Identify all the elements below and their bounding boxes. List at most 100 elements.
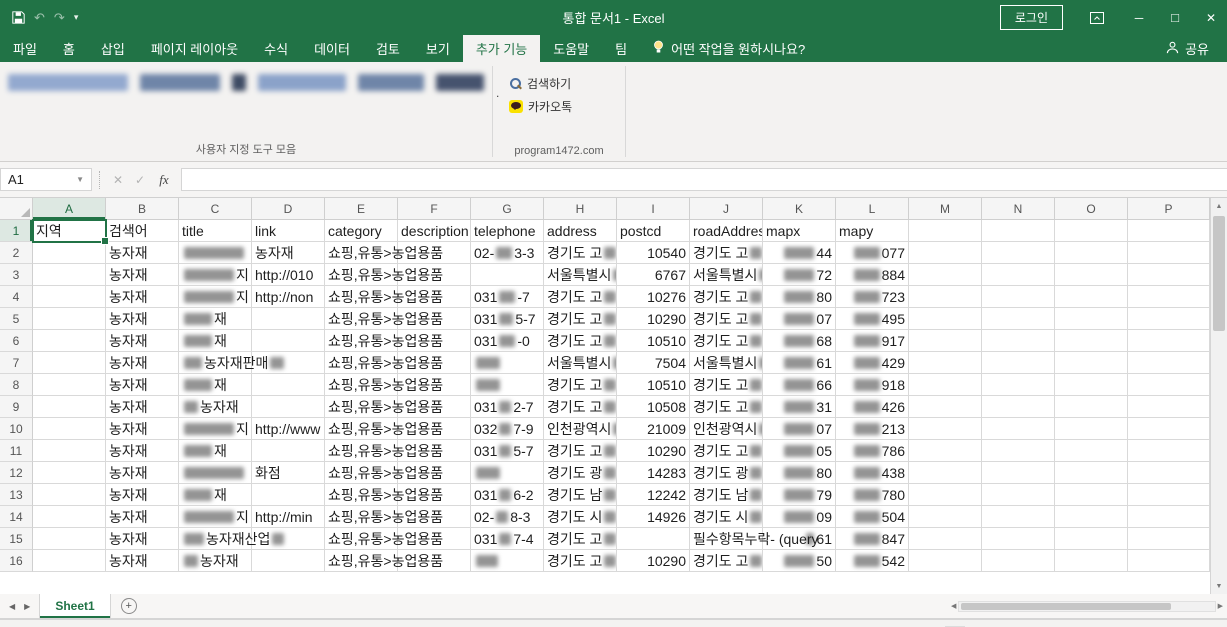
- ribbon-display-options-icon[interactable]: [1081, 12, 1113, 24]
- cell-J5[interactable]: 경기도 고: [690, 308, 763, 330]
- column-header-B[interactable]: B: [106, 198, 179, 220]
- cell-A12[interactable]: [33, 462, 106, 484]
- cell-C11[interactable]: 재: [179, 440, 252, 462]
- cell-C9[interactable]: 농자재: [179, 396, 252, 418]
- customize-quick-access-icon[interactable]: ▾: [74, 12, 79, 23]
- cell-A10[interactable]: [33, 418, 106, 440]
- scroll-left-icon[interactable]: ◀: [951, 602, 956, 610]
- cell-I15[interactable]: [617, 528, 690, 550]
- cell-A4[interactable]: [33, 286, 106, 308]
- cell-N5[interactable]: [982, 308, 1055, 330]
- row-header-14[interactable]: 14: [0, 506, 33, 528]
- cell-N1[interactable]: [982, 220, 1055, 242]
- cell-H16[interactable]: 경기도 고: [544, 550, 617, 572]
- horizontal-scroll-thumb[interactable]: [961, 603, 1170, 610]
- row-header-11[interactable]: 11: [0, 440, 33, 462]
- cell-A13[interactable]: [33, 484, 106, 506]
- cell-D11[interactable]: [252, 440, 325, 462]
- save-icon[interactable]: [12, 11, 25, 24]
- cell-G2[interactable]: 02-3-3: [471, 242, 544, 264]
- cell-M12[interactable]: [909, 462, 982, 484]
- cell-E12[interactable]: 쇼핑,유통>농업용품: [325, 462, 398, 484]
- column-header-J[interactable]: J: [690, 198, 763, 220]
- cell-I12[interactable]: 14283: [617, 462, 690, 484]
- cell-B16[interactable]: 농자재: [106, 550, 179, 572]
- horizontal-scrollbar[interactable]: ◀ ▶: [947, 594, 1227, 618]
- cell-K7[interactable]: 61: [763, 352, 836, 374]
- cell-B6[interactable]: 농자재: [106, 330, 179, 352]
- cell-H9[interactable]: 경기도 고: [544, 396, 617, 418]
- cell-A16[interactable]: [33, 550, 106, 572]
- cell-K6[interactable]: 68: [763, 330, 836, 352]
- cell-H6[interactable]: 경기도 고: [544, 330, 617, 352]
- cell-J6[interactable]: 경기도 고: [690, 330, 763, 352]
- cell-O12[interactable]: [1055, 462, 1128, 484]
- cell-A11[interactable]: [33, 440, 106, 462]
- cell-P8[interactable]: [1128, 374, 1210, 396]
- cell-P13[interactable]: [1128, 484, 1210, 506]
- cell-H14[interactable]: 경기도 시: [544, 506, 617, 528]
- cell-P7[interactable]: [1128, 352, 1210, 374]
- cell-G6[interactable]: 031-0: [471, 330, 544, 352]
- column-header-F[interactable]: F: [398, 198, 471, 220]
- cell-B7[interactable]: 농자재: [106, 352, 179, 374]
- ribbon-tab-team[interactable]: 팀: [602, 35, 640, 62]
- ribbon-tab-home[interactable]: 홈: [50, 35, 88, 62]
- cell-D13[interactable]: [252, 484, 325, 506]
- cell-N7[interactable]: [982, 352, 1055, 374]
- cell-E14[interactable]: 쇼핑,유통>농업용품: [325, 506, 398, 528]
- cell-M1[interactable]: [909, 220, 982, 242]
- cell-K10[interactable]: 07: [763, 418, 836, 440]
- column-header-D[interactable]: D: [252, 198, 325, 220]
- cell-M3[interactable]: [909, 264, 982, 286]
- cell-D16[interactable]: [252, 550, 325, 572]
- cell-J14[interactable]: 경기도 시: [690, 506, 763, 528]
- cell-D5[interactable]: [252, 308, 325, 330]
- cell-E10[interactable]: 쇼핑,유통>농업용품: [325, 418, 398, 440]
- cell-L15[interactable]: 847: [836, 528, 909, 550]
- cell-P14[interactable]: [1128, 506, 1210, 528]
- cell-P1[interactable]: [1128, 220, 1210, 242]
- cell-B9[interactable]: 농자재: [106, 396, 179, 418]
- cell-P3[interactable]: [1128, 264, 1210, 286]
- cell-A7[interactable]: [33, 352, 106, 374]
- ribbon-tab-add-ins[interactable]: 추가 기능: [463, 35, 540, 62]
- cell-M4[interactable]: [909, 286, 982, 308]
- ribbon-tab-file[interactable]: 파일: [0, 35, 50, 62]
- cell-M6[interactable]: [909, 330, 982, 352]
- cell-H8[interactable]: 경기도 고: [544, 374, 617, 396]
- cell-G1[interactable]: telephone: [471, 220, 544, 242]
- cell-L13[interactable]: 780: [836, 484, 909, 506]
- cell-C2[interactable]: [179, 242, 252, 264]
- column-header-K[interactable]: K: [763, 198, 836, 220]
- cell-I7[interactable]: 7504: [617, 352, 690, 374]
- cell-J1[interactable]: roadAddress: [690, 220, 763, 242]
- cell-O10[interactable]: [1055, 418, 1128, 440]
- cell-P10[interactable]: [1128, 418, 1210, 440]
- cell-N3[interactable]: [982, 264, 1055, 286]
- cell-N14[interactable]: [982, 506, 1055, 528]
- column-header-O[interactable]: O: [1055, 198, 1128, 220]
- cell-G16[interactable]: [471, 550, 544, 572]
- cell-B13[interactable]: 농자재: [106, 484, 179, 506]
- cell-A5[interactable]: [33, 308, 106, 330]
- cell-H1[interactable]: address: [544, 220, 617, 242]
- cell-M5[interactable]: [909, 308, 982, 330]
- vertical-scrollbar[interactable]: ▲ ▼: [1210, 198, 1227, 594]
- cell-E15[interactable]: 쇼핑,유통>농업용품: [325, 528, 398, 550]
- cell-A9[interactable]: [33, 396, 106, 418]
- cell-G8[interactable]: [471, 374, 544, 396]
- cell-N11[interactable]: [982, 440, 1055, 462]
- cell-G14[interactable]: 02-8-3: [471, 506, 544, 528]
- cell-N6[interactable]: [982, 330, 1055, 352]
- cell-G13[interactable]: 0316-2: [471, 484, 544, 506]
- column-header-H[interactable]: H: [544, 198, 617, 220]
- cell-E16[interactable]: 쇼핑,유통>농업용품: [325, 550, 398, 572]
- cell-L5[interactable]: 495: [836, 308, 909, 330]
- cell-K3[interactable]: 72: [763, 264, 836, 286]
- cell-N12[interactable]: [982, 462, 1055, 484]
- cell-E9[interactable]: 쇼핑,유통>농업용품: [325, 396, 398, 418]
- cell-B12[interactable]: 농자재: [106, 462, 179, 484]
- cell-E4[interactable]: 쇼핑,유통>농업용품: [325, 286, 398, 308]
- cell-H12[interactable]: 경기도 광: [544, 462, 617, 484]
